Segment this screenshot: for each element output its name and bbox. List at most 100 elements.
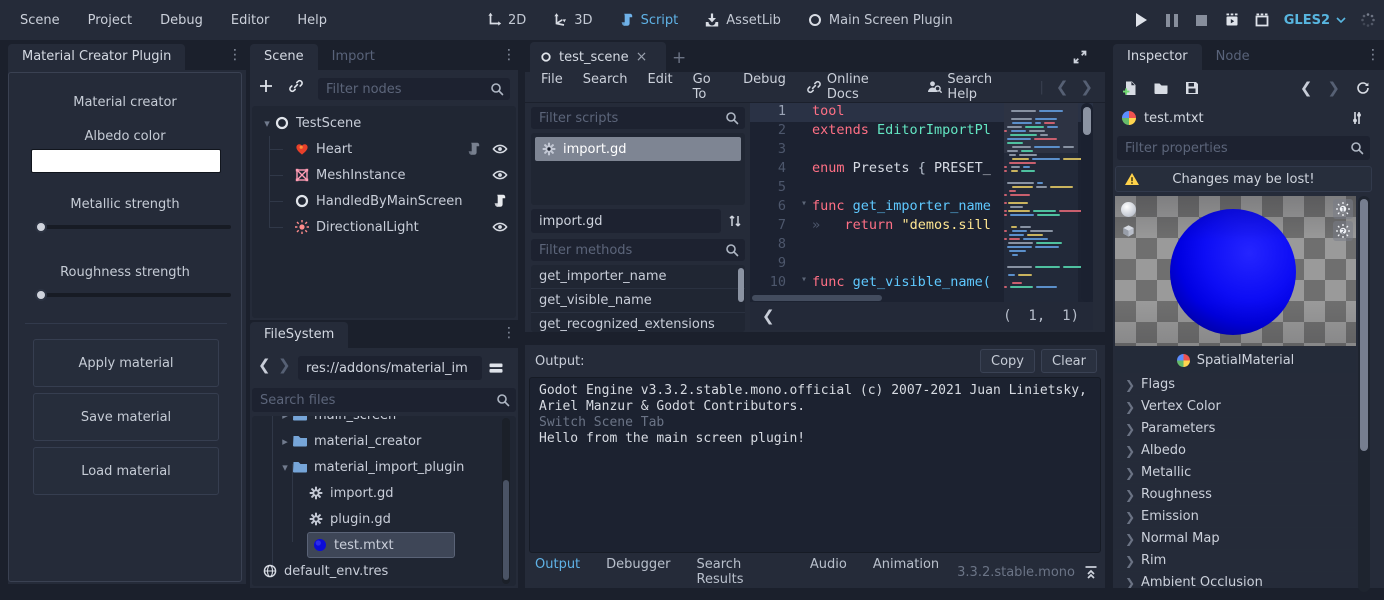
bottom-tab-debugger[interactable]: Debugger [596, 553, 680, 591]
property-roughness[interactable]: ❯Roughness [1115, 484, 1356, 506]
close-tab-icon[interactable]: × [636, 49, 648, 65]
preview-light-2-toggle[interactable]: 2 [1333, 221, 1353, 241]
workspace-assetlib[interactable]: AssetLib [696, 8, 789, 32]
workspace-2d[interactable]: 2D [478, 8, 534, 32]
fs-item-plugin-gd[interactable]: plugin.gd [252, 506, 516, 532]
new-tab-icon[interactable]: + [672, 48, 686, 68]
method-get_recognized_extensions[interactable]: get_recognized_extensions [531, 313, 745, 332]
menu-project[interactable]: Project [76, 9, 144, 32]
fs-scrollbar[interactable] [502, 418, 510, 584]
play-button[interactable] [1134, 12, 1150, 28]
script-menu-search[interactable]: Search [573, 68, 638, 106]
script-icon[interactable] [466, 141, 482, 157]
method-get_visible_name[interactable]: get_visible_name [531, 289, 745, 313]
tab-filesystem[interactable]: FileSystem [250, 322, 348, 348]
history-forward-icon[interactable]: ❯ [1080, 78, 1093, 96]
property-ambient-occlusion[interactable]: ❯Ambient Occlusion [1115, 572, 1356, 588]
fs-item-material_creator[interactable]: ▸material_creator [252, 428, 516, 454]
scene-node-meshinstance[interactable]: MeshInstance [252, 162, 516, 188]
tab-import[interactable]: Import [318, 44, 389, 70]
fs-item-import-gd[interactable]: import.gd [252, 480, 516, 506]
property-emission[interactable]: ❯Emission [1115, 506, 1356, 528]
inspector-dock-menu-icon[interactable]: ⋮ [1366, 47, 1380, 63]
method-get_importer_name[interactable]: get_importer_name [531, 265, 745, 289]
fs-back-icon[interactable]: ❮ [258, 356, 271, 374]
stop-button[interactable] [1194, 12, 1210, 28]
workspace-script[interactable]: Script [611, 8, 687, 32]
material-type-row[interactable]: SpatialMaterial [1115, 348, 1356, 373]
add-node-icon[interactable] [258, 78, 274, 94]
expand-editor-icon[interactable] [1072, 49, 1088, 65]
filesystem-dock-menu-icon[interactable]: ⋮ [502, 325, 516, 341]
script-menu-file[interactable]: File [531, 68, 573, 106]
script-icon[interactable] [492, 193, 508, 209]
scene-node-directionallight[interactable]: DirectionalLight [252, 214, 516, 240]
fold-arrow-icon[interactable]: ▾ [796, 198, 812, 217]
metallic-slider[interactable] [37, 225, 231, 229]
fs-item-test-mtxt[interactable]: test.mtxt [252, 532, 516, 558]
script-list-item-import-gd[interactable]: import.gd [531, 137, 745, 161]
link-search-help[interactable]: Search Help [916, 68, 1033, 106]
new-resource-icon[interactable] [1122, 80, 1138, 96]
visibility-eye-icon[interactable] [492, 167, 508, 183]
visibility-eye-icon[interactable] [492, 219, 508, 235]
button-save-material[interactable]: Save material [33, 393, 219, 441]
dock-menu-icon[interactable]: ⋮ [228, 47, 242, 63]
preview-cube-toggle[interactable] [1118, 221, 1138, 241]
filter-methods-input[interactable] [531, 239, 745, 261]
roughness-slider-grabber[interactable] [35, 289, 47, 301]
expand-bottom-panel-icon[interactable] [1083, 564, 1099, 580]
sort-methods-icon[interactable] [727, 213, 743, 229]
bottom-tab-search-results[interactable]: Search Results [687, 553, 794, 591]
filter-scripts-input[interactable] [531, 107, 745, 129]
albedo-color-picker[interactable] [31, 149, 221, 173]
filter-nodes-input[interactable] [318, 78, 510, 100]
visibility-eye-icon[interactable] [492, 141, 508, 157]
property-albedo[interactable]: ❯Albedo [1115, 440, 1356, 462]
changes-warning[interactable]: Changes may be lost! [1115, 166, 1372, 192]
collapse-arrow[interactable]: ▸ [278, 416, 292, 422]
inspector-scrollbar[interactable] [1358, 196, 1370, 592]
play-custom-scene-button[interactable] [1254, 12, 1270, 28]
fs-split-mode-icon[interactable] [488, 360, 504, 376]
save-resource-icon[interactable] [1184, 80, 1200, 96]
bottom-tab-output[interactable]: Output [525, 553, 590, 591]
method-list-scrollbar[interactable] [738, 268, 744, 302]
collapse-arrow[interactable]: ▾ [260, 117, 274, 130]
code-minimap[interactable] [1004, 103, 1078, 302]
fs-item-material_import_plugin[interactable]: ▾material_import_plugin [252, 454, 516, 480]
search-files-input[interactable] [252, 388, 516, 412]
link-online-docs[interactable]: Online Docs [796, 68, 913, 106]
inspector-back-icon[interactable]: ❮ [1300, 79, 1313, 97]
tab-inspector[interactable]: Inspector [1113, 44, 1202, 70]
bottom-tab-audio[interactable]: Audio [800, 553, 857, 591]
pause-button[interactable] [1164, 12, 1180, 28]
collapse-arrow[interactable]: ▸ [278, 435, 292, 448]
toggle-scripts-panel-icon[interactable]: ❮ [762, 307, 775, 325]
code-hscrollbar[interactable] [750, 294, 1004, 302]
roughness-slider[interactable] [37, 293, 231, 297]
clear-button[interactable]: Clear [1041, 349, 1097, 373]
script-name-field[interactable] [531, 209, 721, 233]
filter-properties-input[interactable] [1117, 136, 1370, 160]
play-scene-button[interactable] [1224, 12, 1240, 28]
instance-scene-icon[interactable] [288, 78, 304, 94]
copy-button[interactable]: Copy [980, 349, 1035, 373]
workspace-3d[interactable]: 3D [544, 8, 600, 32]
renderer-dropdown[interactable]: GLES2 [1284, 13, 1346, 28]
history-icon[interactable] [1355, 80, 1371, 96]
fs-item-default_env-tres[interactable]: default_env.tres [252, 558, 516, 584]
menu-scene[interactable]: Scene [8, 9, 72, 32]
history-back-icon[interactable]: ❮ [1056, 78, 1069, 96]
button-load-material[interactable]: Load material [33, 447, 219, 495]
load-resource-icon[interactable] [1153, 80, 1169, 96]
inspector-forward-icon[interactable]: ❯ [1327, 79, 1340, 97]
scene-dock-menu-icon[interactable]: ⋮ [502, 47, 516, 63]
property-flags[interactable]: ❯Flags [1115, 374, 1356, 396]
menu-help[interactable]: Help [285, 9, 339, 32]
menu-debug[interactable]: Debug [148, 9, 215, 32]
fs-path-field[interactable] [298, 356, 482, 380]
workspace-main-screen-plugin[interactable]: Main Screen Plugin [799, 8, 961, 32]
preview-light-1-toggle[interactable]: 1 [1333, 199, 1353, 219]
tab-scene[interactable]: Scene [250, 44, 318, 70]
